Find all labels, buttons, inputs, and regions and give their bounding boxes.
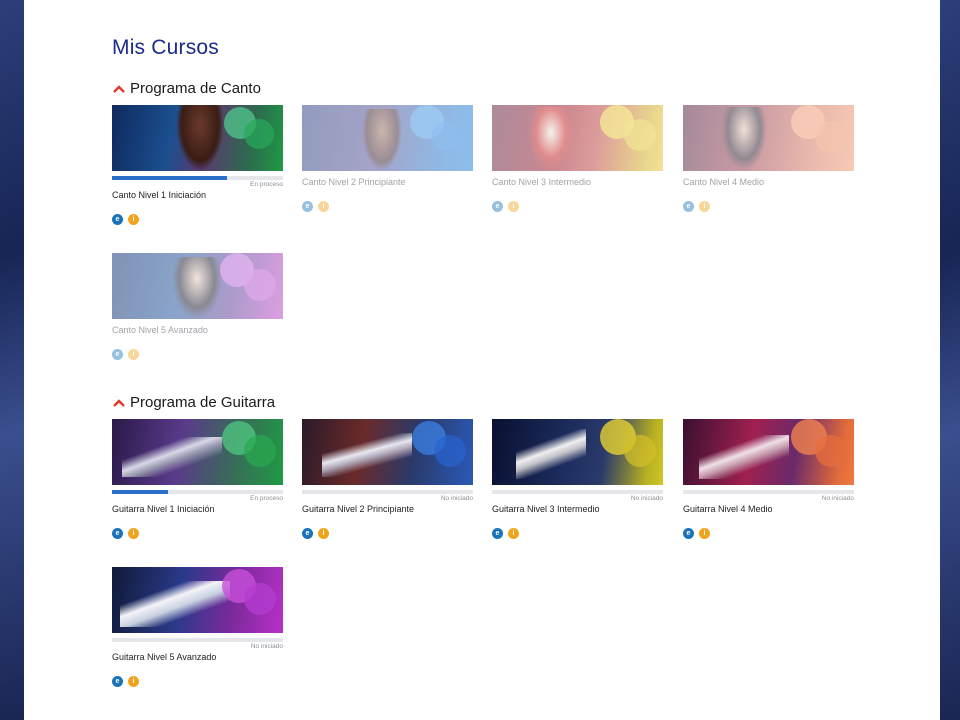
course-card-guitarra-2[interactable]: No iniciado Guitarra Nivel 2 Principiant…	[302, 419, 473, 539]
badge-i-icon: i	[128, 214, 139, 225]
progress-bar	[683, 490, 854, 494]
badge-e-icon: e	[683, 528, 694, 539]
status-label: No iniciado	[440, 495, 473, 502]
badge-e-icon: e	[112, 349, 123, 360]
course-card-guitarra-3[interactable]: No iniciado Guitarra Nivel 3 Intermedio …	[492, 419, 663, 539]
course-thumbnail[interactable]	[302, 419, 473, 485]
badge-e-icon: e	[302, 528, 313, 539]
badge-e-icon: e	[112, 528, 123, 539]
progress-fill	[112, 176, 227, 180]
status-label: En proceso	[250, 181, 283, 188]
course-card-canto-4: Canto Nivel 4 Medio e i	[683, 105, 854, 212]
badge-row: e i	[302, 528, 473, 539]
progress-bar	[112, 638, 283, 642]
course-title: Canto Nivel 5 Avanzado	[112, 325, 208, 335]
course-title: Canto Nivel 2 Principiante	[302, 177, 406, 187]
section-header-guitarra[interactable]: Programa de Guitarra	[112, 394, 275, 411]
course-title: Canto Nivel 3 Intermedio	[492, 177, 592, 187]
course-title[interactable]: Guitarra Nivel 1 Iniciación	[112, 504, 283, 514]
badge-e-icon: e	[112, 676, 123, 687]
progress-bar	[302, 490, 473, 494]
course-card-canto-2: Canto Nivel 2 Principiante e i	[302, 105, 473, 212]
course-card-guitarra-5[interactable]: No iniciado Guitarra Nivel 5 Avanzado e …	[112, 567, 283, 687]
badge-e-icon: e	[492, 201, 503, 212]
progress-bar	[112, 490, 283, 494]
course-thumbnail[interactable]	[492, 419, 663, 485]
background-left	[0, 0, 24, 720]
badge-row: e i	[683, 201, 854, 212]
course-title[interactable]: Canto Nivel 1 Iniciación	[112, 190, 283, 200]
course-thumbnail[interactable]	[683, 419, 854, 485]
badge-i-icon: i	[508, 201, 519, 212]
badge-e-icon: e	[112, 214, 123, 225]
status-label: No iniciado	[630, 495, 663, 502]
course-thumbnail	[683, 105, 854, 171]
badge-i-icon: i	[508, 528, 519, 539]
badge-i-icon: i	[318, 528, 329, 539]
course-title[interactable]: Guitarra Nivel 2 Principiante	[302, 504, 473, 514]
badge-i-icon: i	[128, 349, 139, 360]
course-title[interactable]: Guitarra Nivel 4 Medio	[683, 504, 854, 514]
course-card-canto-3: Canto Nivel 3 Intermedio e i	[492, 105, 663, 212]
course-title[interactable]: Guitarra Nivel 3 Intermedio	[492, 504, 663, 514]
badge-row: e i	[112, 349, 283, 360]
course-thumbnail	[302, 105, 473, 171]
badge-i-icon: i	[128, 528, 139, 539]
course-thumbnail[interactable]	[112, 105, 283, 171]
badge-row: e i	[112, 214, 283, 225]
badge-e-icon: e	[302, 201, 313, 212]
chevron-up-icon	[113, 398, 125, 407]
course-thumbnail	[112, 253, 283, 319]
course-title[interactable]: Guitarra Nivel 5 Avanzado	[112, 652, 283, 662]
badge-row: e i	[492, 201, 663, 212]
badge-i-icon: i	[699, 528, 710, 539]
status-label: No iniciado	[250, 643, 283, 650]
chevron-up-icon	[113, 84, 125, 93]
badge-row: e i	[683, 528, 854, 539]
course-title: Canto Nivel 4 Medio	[683, 177, 765, 187]
progress-fill	[112, 490, 169, 494]
badge-row: e i	[302, 201, 473, 212]
progress-bar	[492, 490, 663, 494]
badge-i-icon: i	[318, 201, 329, 212]
background-right	[940, 0, 960, 720]
course-card-canto-1[interactable]: En proceso Canto Nivel 1 Iniciación e i	[112, 105, 283, 225]
course-thumbnail[interactable]	[112, 567, 283, 633]
section-title: Programa de Canto	[130, 80, 261, 97]
status-label: En proceso	[250, 495, 283, 502]
badge-i-icon: i	[699, 201, 710, 212]
course-card-guitarra-4[interactable]: No iniciado Guitarra Nivel 4 Medio e i	[683, 419, 854, 539]
course-thumbnail	[492, 105, 663, 171]
badge-row: e i	[492, 528, 663, 539]
badge-row: e i	[112, 528, 283, 539]
badge-i-icon: i	[128, 676, 139, 687]
badge-e-icon: e	[683, 201, 694, 212]
section-title: Programa de Guitarra	[130, 394, 276, 411]
course-card-canto-5: Canto Nivel 5 Avanzado e i	[112, 253, 283, 360]
section-header-canto[interactable]: Programa de Canto	[112, 80, 261, 97]
progress-bar	[112, 176, 283, 180]
badge-row: e i	[112, 676, 283, 687]
courses-panel: Mis Cursos Programa de Canto En proceso …	[24, 0, 940, 720]
badge-e-icon: e	[492, 528, 503, 539]
course-thumbnail[interactable]	[112, 419, 283, 485]
course-card-guitarra-1[interactable]: En proceso Guitarra Nivel 1 Iniciación e…	[112, 419, 283, 539]
page-title: Mis Cursos	[112, 36, 220, 59]
status-label: No iniciado	[821, 495, 854, 502]
